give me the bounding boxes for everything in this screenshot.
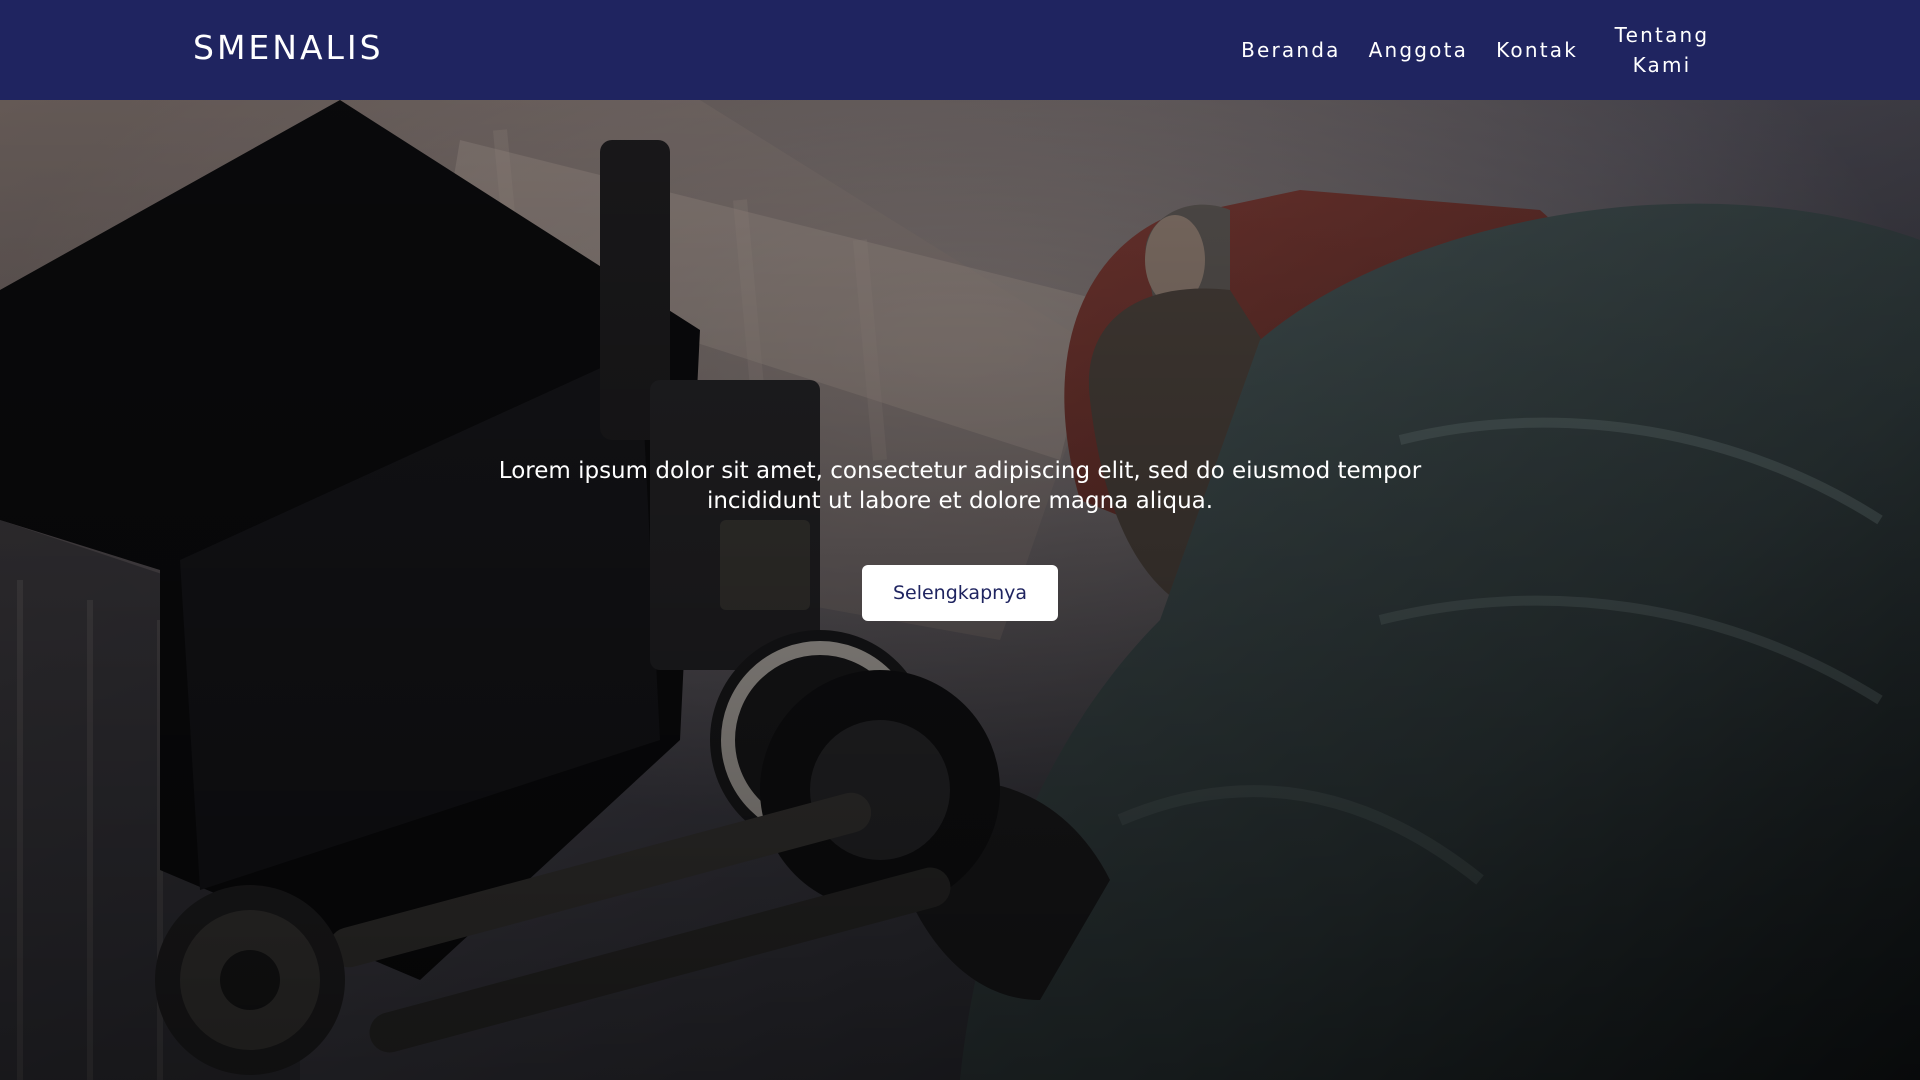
selengkapnya-button[interactable]: Selengkapnya xyxy=(862,565,1058,621)
brand-logo[interactable]: SMENALIS xyxy=(193,28,384,67)
hero-section: Lorem ipsum dolor sit amet, consectetur … xyxy=(0,100,1920,1080)
nav-link-tentang-kami[interactable]: Tentang Kami xyxy=(1606,20,1718,80)
nav-link-beranda[interactable]: Beranda xyxy=(1241,35,1341,65)
nav-link-anggota[interactable]: Anggota xyxy=(1369,35,1468,65)
nav-link-kontak[interactable]: Kontak xyxy=(1496,35,1578,65)
hero-description: Lorem ipsum dolor sit amet, consectetur … xyxy=(498,458,1422,514)
nav-links: Beranda Anggota Kontak Tentang Kami xyxy=(1241,0,1718,100)
navbar: SMENALIS Beranda Anggota Kontak Tentang … xyxy=(0,0,1920,100)
